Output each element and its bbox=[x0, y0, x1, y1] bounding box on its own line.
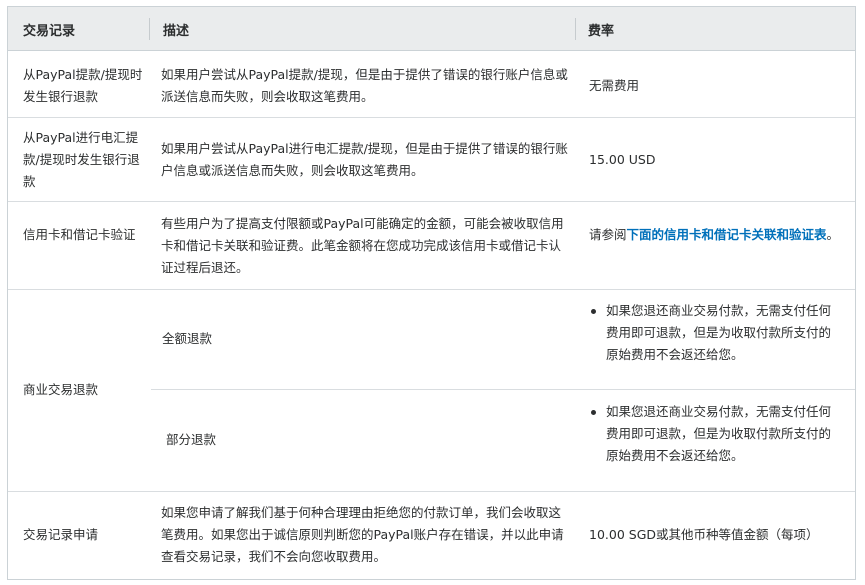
description-cell: 如果用户尝试从PayPal进行电汇提款/提现，但是由于提供了错误的银行账户信息或… bbox=[161, 141, 568, 178]
row-divider bbox=[8, 201, 855, 202]
description-cell: 部分退款 bbox=[166, 432, 217, 447]
header-divider bbox=[575, 18, 576, 40]
description-cell: 如果用户尝试从PayPal提款/提现，但是由于提供了错误的银行账户信息或派送信息… bbox=[161, 67, 568, 104]
fee-cell: 无需费用 bbox=[589, 78, 640, 93]
description-cell: 如果您申请了解我们基于何种合理理由拒绝您的付款订单，我们会收取这笔费用。如果您出… bbox=[161, 505, 564, 564]
fee-cell: 如果您退还商业交易付款，无需支付任何费用即可退款，但是为收取付款所支付的原始费用… bbox=[590, 401, 840, 467]
row-divider bbox=[151, 389, 855, 390]
fee-cell: 如果您退还商业交易付款，无需支付任何费用即可退款，但是为收取付款所支付的原始费用… bbox=[590, 300, 840, 366]
fee-prefix: 请参阅 bbox=[589, 227, 627, 242]
description-cell: 有些用户为了提高支付限额或PayPal可能确定的金额，可能会被收取信用卡和借记卡… bbox=[161, 216, 564, 275]
record-cell: 从PayPal进行电汇提款/提现时发生银行退款 bbox=[23, 130, 140, 189]
fee-cell: 15.00 USD bbox=[589, 152, 656, 167]
fee-cell: 请参阅下面的信用卡和借记卡关联和验证表。 bbox=[589, 224, 844, 246]
description-cell: 全额退款 bbox=[162, 331, 213, 346]
record-cell: 商业交易退款 bbox=[23, 382, 99, 397]
fee-table: 交易记录 描述 费率 从PayPal提款/提现时发生银行退款 如果用户尝试从Pa… bbox=[7, 6, 856, 580]
header-record: 交易记录 bbox=[23, 24, 76, 39]
row-divider bbox=[8, 117, 855, 118]
header-description: 描述 bbox=[163, 24, 190, 39]
record-cell: 交易记录申请 bbox=[23, 527, 99, 542]
row-divider bbox=[8, 491, 855, 492]
header-divider bbox=[149, 18, 150, 40]
list-item: 如果您退还商业交易付款，无需支付任何费用即可退款，但是为收取付款所支付的原始费用… bbox=[590, 401, 840, 467]
list-item: 如果您退还商业交易付款，无需支付任何费用即可退款，但是为收取付款所支付的原始费用… bbox=[590, 300, 840, 366]
record-cell: 从PayPal提款/提现时发生银行退款 bbox=[23, 67, 143, 104]
fee-suffix: 。 bbox=[826, 227, 840, 242]
table-header: 交易记录 描述 费率 bbox=[8, 7, 855, 51]
header-fee: 费率 bbox=[588, 24, 615, 39]
row-divider bbox=[8, 289, 855, 290]
record-cell: 信用卡和借记卡验证 bbox=[23, 227, 136, 242]
card-verification-table-link[interactable]: 下面的信用卡和借记卡关联和验证表 bbox=[627, 227, 827, 242]
fee-cell: 10.00 SGD或其他币种等值金额（每项） bbox=[589, 527, 819, 542]
